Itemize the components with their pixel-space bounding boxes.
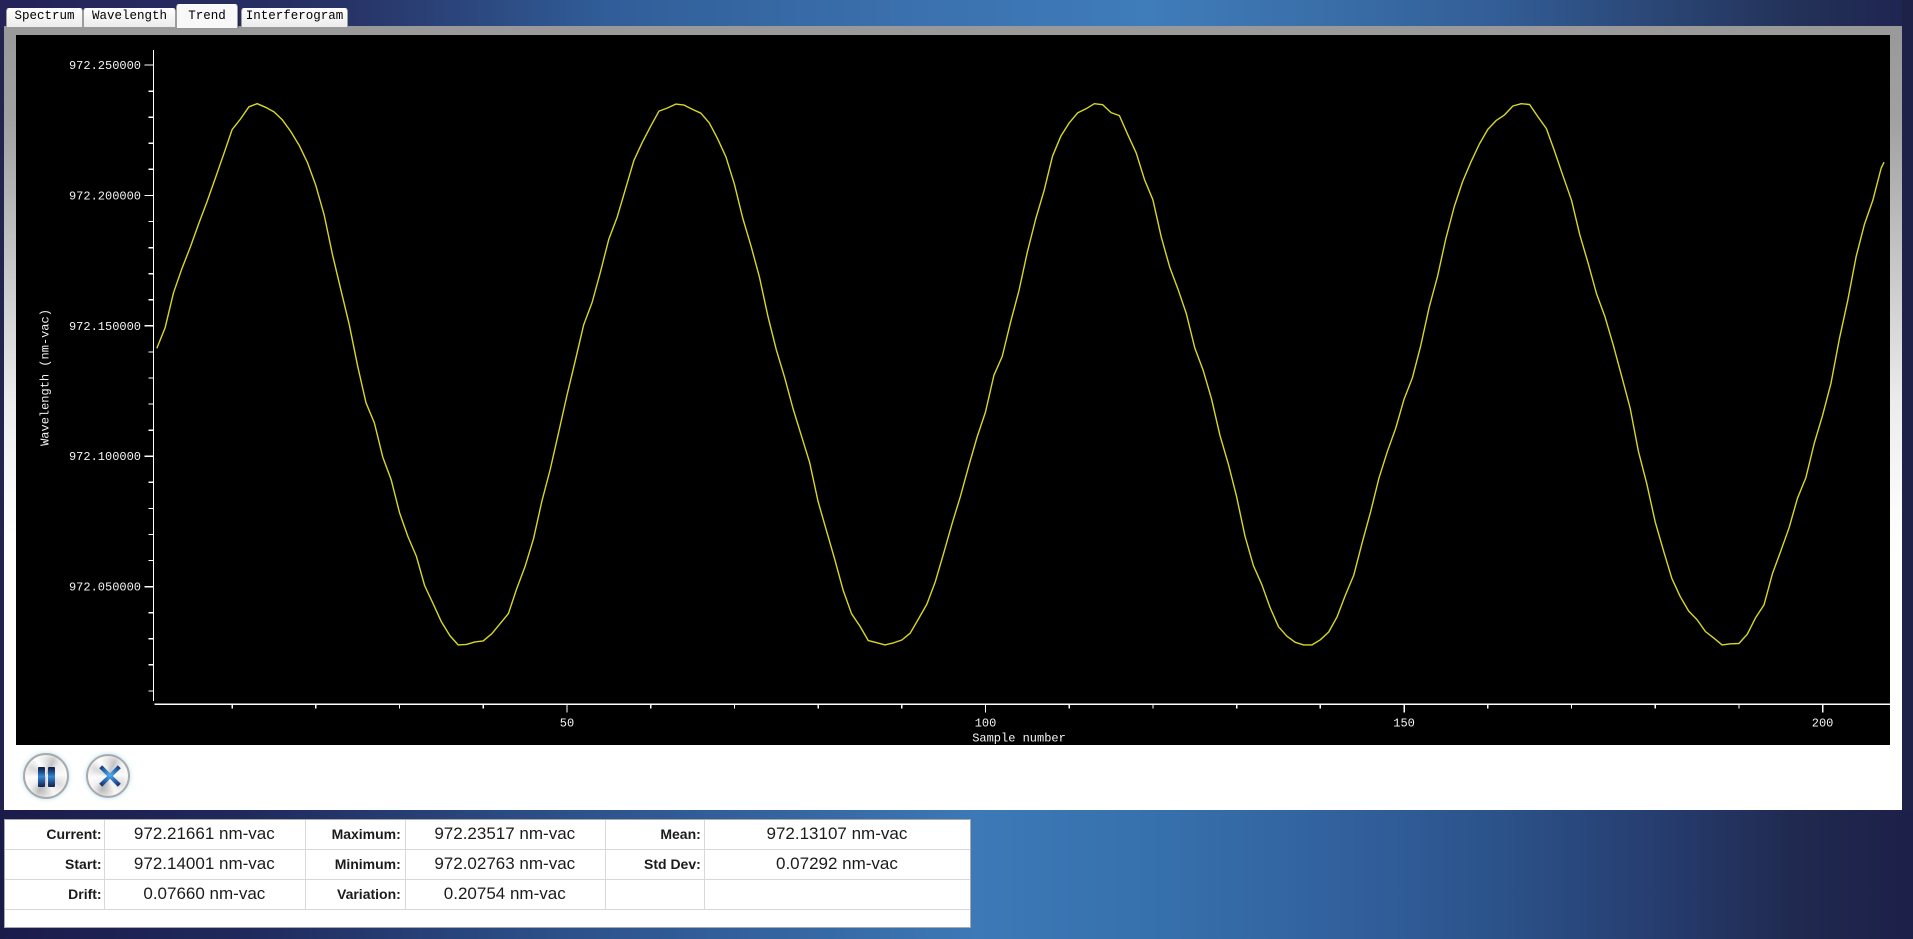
svg-text:972.150000: 972.150000 xyxy=(69,320,141,334)
svg-text:Wavelength (nm-vac): Wavelength (nm-vac) xyxy=(39,309,53,446)
svg-text:150: 150 xyxy=(1393,717,1415,731)
svg-text:972.100000: 972.100000 xyxy=(69,450,141,464)
svg-text:200: 200 xyxy=(1812,717,1834,731)
svg-text:Sample number: Sample number xyxy=(972,732,1066,746)
svg-text:972.200000: 972.200000 xyxy=(69,189,141,203)
svg-text:972.250000: 972.250000 xyxy=(69,59,141,73)
svg-text:50: 50 xyxy=(560,717,574,731)
svg-text:100: 100 xyxy=(975,717,997,731)
svg-text:972.050000: 972.050000 xyxy=(69,581,141,595)
